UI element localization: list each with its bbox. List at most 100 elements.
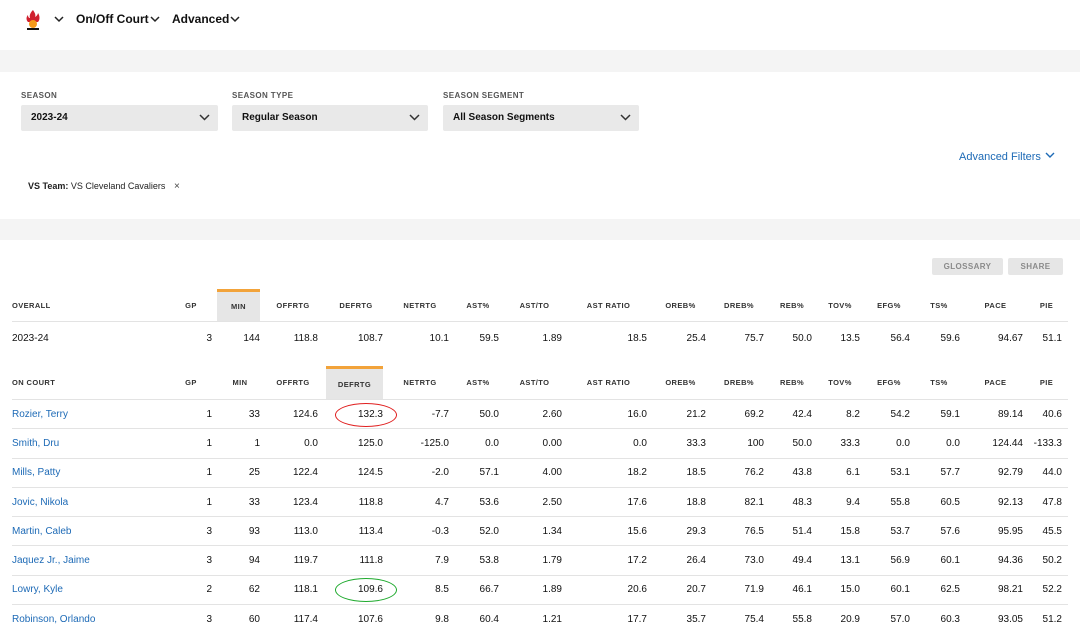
glossary-button[interactable]: GLOSSARY — [932, 258, 1003, 275]
stat-cell-dreb: 82.1 — [744, 496, 764, 508]
stat-cell-ast: 59.5 — [479, 333, 499, 344]
column-header-tov[interactable]: TOV% — [816, 366, 864, 399]
stat-cell-gp: 3 — [206, 333, 212, 344]
season-select[interactable]: 2023-24 — [21, 105, 218, 131]
season-segment-select[interactable]: All Season Segments — [443, 105, 639, 131]
stat-cell-defrtg: 132.3 — [357, 408, 383, 420]
stat-cell-pace: 89.14 — [997, 408, 1023, 420]
team-logo-icon[interactable] — [24, 9, 42, 31]
stat-cell-ts: 0.0 — [946, 437, 960, 449]
column-header-defrtg[interactable]: DEFRTG — [325, 289, 387, 321]
column-header-ts[interactable]: TS% — [914, 366, 964, 399]
column-header-efg[interactable]: EFG% — [864, 289, 914, 321]
chevron-down-icon[interactable] — [150, 16, 160, 23]
stat-cell-min: 93 — [248, 525, 260, 537]
column-header-min[interactable]: MIN — [217, 289, 260, 321]
stat-cell-defrtg: 113.4 — [358, 525, 383, 537]
column-header-ts[interactable]: TS% — [914, 289, 964, 321]
table-row: Jaquez Jr., Jaime 3 94 119.7 111.8 7.9 53.8 1.7… — [12, 547, 1068, 576]
stat-cell-netrtg: -7.7 — [431, 408, 449, 420]
advanced-filters-toggle[interactable]: Advanced Filters — [959, 151, 1055, 163]
player-name-link[interactable]: Jaquez Jr., Jaime — [12, 547, 162, 575]
stat-cell-efg: 0.0 — [896, 437, 910, 449]
stat-cell-dreb: 100 — [747, 437, 764, 449]
column-header-oreb[interactable]: OREB% — [651, 366, 710, 399]
stat-cell-ts: 60.5 — [940, 496, 960, 508]
column-header-offrtg[interactable]: OFFRTG — [264, 366, 322, 399]
stat-cell-dreb: 76.2 — [744, 467, 764, 479]
stat-cell-gp: 3 — [206, 614, 212, 626]
season-type-select[interactable]: Regular Season — [232, 105, 428, 131]
column-header-pace[interactable]: PACE — [964, 366, 1027, 399]
column-header-efg[interactable]: EFG% — [864, 366, 914, 399]
stat-cell-defrtg: 124.5 — [357, 467, 383, 479]
stat-cell-ast-ratio: 17.2 — [627, 555, 647, 567]
column-header-gp[interactable]: GP — [166, 366, 216, 399]
column-header-ast[interactable]: AST% — [453, 289, 503, 321]
stat-cell-ast: 53.8 — [479, 555, 499, 567]
chevron-down-icon[interactable] — [230, 16, 240, 23]
column-header-netrtg[interactable]: NETRTG — [387, 289, 453, 321]
column-header-reb[interactable]: REB% — [768, 366, 816, 399]
stat-cell-ast: 57.1 — [479, 467, 499, 479]
stat-cell-pie: 50.2 — [1042, 555, 1062, 567]
stat-cell-efg: 60.1 — [890, 584, 910, 596]
player-name-link[interactable]: Jovic, Nikola — [12, 488, 162, 516]
column-header-gp[interactable]: GP — [166, 289, 216, 321]
column-header-offrtg[interactable]: OFFRTG — [264, 289, 322, 321]
stat-cell-defrtg: 109.6 — [357, 584, 383, 596]
column-header-min[interactable]: MIN — [216, 366, 264, 399]
column-header-pace[interactable]: PACE — [964, 289, 1027, 321]
column-header-tov[interactable]: TOV% — [816, 289, 864, 321]
column-header-oreb[interactable]: OREB% — [651, 289, 710, 321]
column-header-dreb[interactable]: DREB% — [710, 366, 768, 399]
chip-key: VS Team: — [28, 181, 69, 191]
stat-cell-efg: 54.2 — [890, 408, 910, 420]
nav-advanced[interactable]: Advanced — [172, 12, 229, 26]
column-header-defrtg[interactable]: DEFRTG — [326, 366, 383, 399]
stat-cell-tov: 13.5 — [840, 333, 860, 344]
table-row: Lowry, Kyle 2 62 118.1 109.6 8.5 66.7 1.89 20.6 2… — [12, 576, 1068, 606]
stat-cell-ast-ratio: 20.6 — [627, 584, 647, 596]
stat-cell-netrtg: 9.8 — [435, 614, 449, 626]
stat-cell-oreb: 25.4 — [686, 333, 706, 344]
player-name-link[interactable]: Mills, Patty — [12, 459, 162, 487]
column-header-on-court[interactable]: ON COURT — [12, 366, 162, 399]
column-header-reb[interactable]: REB% — [768, 289, 816, 321]
column-header-ast[interactable]: AST% — [453, 366, 503, 399]
stat-cell-netrtg: 4.7 — [435, 496, 449, 508]
column-header-ast-ratio[interactable]: AST RATIO — [566, 366, 651, 399]
column-header-pie[interactable]: PIE — [1027, 289, 1066, 321]
stat-cell-defrtg: 118.8 — [358, 496, 383, 508]
column-header-ast-to[interactable]: AST/TO — [503, 289, 566, 321]
stat-cell-min: 94 — [248, 555, 260, 567]
stat-cell-ast-ratio: 16.0 — [627, 408, 647, 420]
nav-on-off-court[interactable]: On/Off Court — [76, 12, 149, 26]
column-header-ast-to[interactable]: AST/TO — [503, 366, 566, 399]
stat-cell-offrtg: 113.0 — [293, 525, 318, 537]
stat-cell-tov: 15.8 — [840, 525, 860, 537]
stat-cell-tov: 9.4 — [846, 496, 860, 508]
share-button[interactable]: SHARE — [1008, 258, 1063, 275]
chevron-down-icon[interactable] — [54, 16, 64, 23]
player-name-link[interactable]: Smith, Dru — [12, 429, 162, 457]
player-name-link[interactable]: Lowry, Kyle — [12, 576, 162, 604]
column-header-pie[interactable]: PIE — [1027, 366, 1066, 399]
column-header-ast-ratio[interactable]: AST RATIO — [566, 289, 651, 321]
row-label: 2023-24 — [12, 333, 49, 344]
column-header-netrtg[interactable]: NETRTG — [387, 366, 453, 399]
stat-cell-efg: 57.0 — [890, 614, 910, 626]
close-icon[interactable]: × — [174, 181, 180, 192]
stat-cell-dreb: 69.2 — [744, 408, 764, 420]
stat-cell-pace: 92.13 — [997, 496, 1023, 508]
stat-cell-gp: 1 — [206, 437, 212, 449]
top-nav: On/Off Court Advanced — [0, 0, 1080, 40]
stat-cell-dreb: 76.5 — [744, 525, 764, 537]
column-header-dreb[interactable]: DREB% — [710, 289, 768, 321]
table-row: Martin, Caleb 3 93 113.0 113.4 -0.3 52.0 1.34 15… — [12, 517, 1068, 547]
stat-cell-ast-to: 2.60 — [542, 408, 562, 420]
player-name-link[interactable]: Rozier, Terry — [12, 400, 162, 428]
player-name-link[interactable]: Martin, Caleb — [12, 517, 162, 545]
column-header-overall[interactable]: OVERALL — [12, 289, 162, 321]
player-name-link[interactable]: Robinson, Orlando — [12, 605, 162, 633]
